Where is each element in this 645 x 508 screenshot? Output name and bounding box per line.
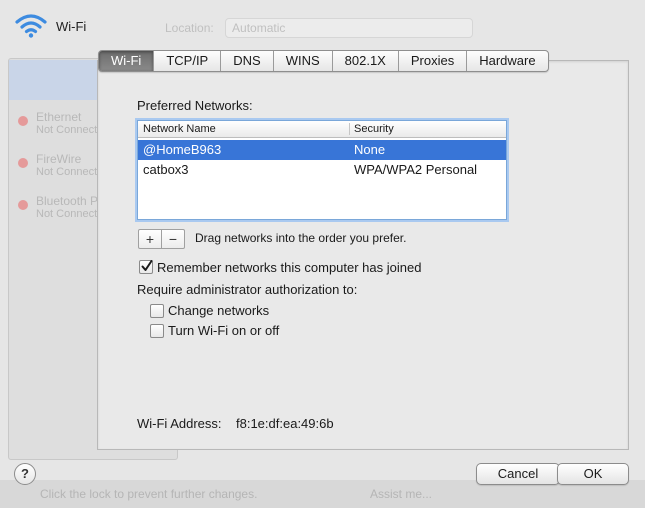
- security-cell: WPA/WPA2 Personal: [354, 162, 478, 177]
- add-network-button[interactable]: +: [139, 230, 161, 248]
- wifi-settings-sheet: [97, 60, 629, 450]
- window-title: Wi-Fi: [56, 19, 87, 34]
- status-dot-icon: [18, 158, 28, 168]
- wifi-address-value: f8:1e:df:ea:49:6b: [236, 416, 334, 431]
- remove-network-button[interactable]: −: [161, 230, 184, 248]
- remember-networks-checkbox[interactable]: [139, 260, 153, 274]
- security-cell: None: [354, 142, 386, 157]
- tab-bar: Wi-Fi TCP/IP DNS WINS 802.1X Proxies Har…: [98, 50, 549, 72]
- change-networks-label[interactable]: Change networks: [168, 303, 269, 318]
- network-name-cell: @HomeB963: [143, 142, 222, 157]
- status-dot-icon: [18, 200, 28, 210]
- tab-proxies[interactable]: Proxies: [397, 51, 466, 71]
- bg-item-name: FireWire: [36, 152, 82, 166]
- drag-hint: Drag networks into the order you prefer.: [195, 231, 407, 245]
- table-header: Network Name Security: [138, 121, 506, 138]
- cancel-button[interactable]: Cancel: [476, 463, 560, 485]
- tab-hardware[interactable]: Hardware: [466, 51, 547, 71]
- preferred-networks-heading: Preferred Networks:: [137, 98, 253, 113]
- help-button[interactable]: ?: [14, 463, 36, 485]
- remember-networks-label[interactable]: Remember networks this computer has join…: [157, 260, 421, 275]
- column-divider: [349, 123, 350, 135]
- table-row[interactable]: catbox3 WPA/WPA2 Personal: [138, 160, 506, 180]
- bg-lock-text: Click the lock to prevent further change…: [40, 487, 258, 501]
- checkmark-icon: [141, 260, 153, 271]
- add-remove-control: + −: [138, 229, 185, 249]
- tab-wins[interactable]: WINS: [272, 51, 332, 71]
- turn-wifi-checkbox[interactable]: [150, 324, 164, 338]
- column-network-name[interactable]: Network Name: [143, 122, 216, 136]
- turn-wifi-label[interactable]: Turn Wi-Fi on or off: [168, 323, 279, 338]
- status-dot-icon: [18, 116, 28, 126]
- wifi-icon: [15, 14, 47, 38]
- tab-8021x[interactable]: 802.1X: [331, 51, 398, 71]
- bg-item-name: Ethernet: [36, 110, 82, 124]
- require-admin-heading: Require administrator authorization to:: [137, 282, 358, 297]
- bg-location-label: Location:: [165, 21, 214, 35]
- network-name-cell: catbox3: [143, 162, 189, 177]
- titlebar: Wi-Fi Location: Automatic: [0, 0, 645, 48]
- bg-assist-button: Assist me...: [370, 487, 433, 501]
- column-security[interactable]: Security: [354, 122, 394, 136]
- tab-dns[interactable]: DNS: [220, 51, 272, 71]
- tab-wifi[interactable]: Wi-Fi: [99, 51, 154, 71]
- table-row[interactable]: @HomeB963 None: [138, 140, 506, 160]
- bg-location: Location: Automatic: [165, 18, 474, 38]
- wifi-address-label: Wi-Fi Address:: [137, 416, 222, 431]
- change-networks-checkbox[interactable]: [150, 304, 164, 318]
- bg-location-select: Automatic: [225, 18, 474, 38]
- ok-button[interactable]: OK: [557, 463, 629, 485]
- preferred-networks-table[interactable]: Network Name Security @HomeB963 None cat…: [137, 120, 507, 220]
- tab-tcpip[interactable]: TCP/IP: [153, 51, 220, 71]
